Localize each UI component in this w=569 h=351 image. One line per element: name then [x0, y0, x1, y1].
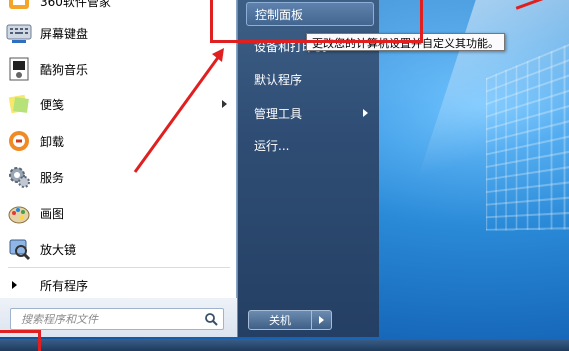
menu-item-label: 管理工具 — [254, 105, 302, 122]
taskbar[interactable] — [0, 339, 569, 351]
software-manager-icon — [6, 0, 32, 14]
music-player-icon — [6, 56, 32, 82]
services-gear-icon — [6, 164, 32, 190]
program-item-kugou-music[interactable]: 酷狗音乐 — [0, 52, 237, 86]
all-programs-button[interactable]: 所有程序 — [0, 272, 237, 298]
program-label: 便笺 — [40, 96, 64, 113]
program-item-magnifier[interactable]: 放大镜 — [0, 232, 237, 266]
program-item-services[interactable]: 服务 — [0, 160, 237, 194]
annotation-start-button-box — [0, 330, 41, 351]
menu-item-admin-tools[interactable]: 管理工具 — [246, 101, 374, 125]
program-label: 屏幕键盘 — [40, 25, 88, 42]
magnifier-icon — [6, 236, 32, 262]
search-input[interactable]: 搜索程序和文件 — [10, 308, 224, 330]
chevron-right-icon — [319, 316, 324, 324]
expand-arrow-icon — [12, 281, 17, 289]
submenu-arrow-icon — [363, 109, 368, 117]
paint-icon — [6, 200, 32, 226]
menu-divider — [8, 267, 230, 268]
shutdown-button[interactable]: 关机 — [248, 310, 312, 330]
shutdown-options-button[interactable] — [312, 310, 332, 330]
submenu-arrow-icon — [222, 100, 227, 108]
menu-item-default-programs[interactable]: 默认程序 — [246, 67, 374, 91]
program-item-uninstall[interactable]: 卸载 — [0, 124, 237, 158]
program-label: 画图 — [40, 205, 64, 222]
menu-item-label: 运行... — [254, 137, 289, 154]
program-label: 360软件管家 — [40, 0, 111, 10]
program-label: 卸载 — [40, 133, 64, 150]
search-placeholder: 搜索程序和文件 — [21, 311, 98, 327]
menu-item-run[interactable]: 运行... — [246, 133, 374, 157]
keyboard-icon — [6, 20, 32, 46]
program-item-onscreen-keyboard[interactable]: 屏幕键盘 — [0, 16, 237, 50]
search-icon[interactable] — [204, 312, 218, 326]
program-label: 放大镜 — [40, 241, 76, 258]
all-programs-label: 所有程序 — [40, 277, 88, 294]
menu-item-label: 默认程序 — [254, 71, 302, 88]
start-menu-left-pane: 360软件管家 屏幕键盘 酷狗音乐 便笺 卸载 服务 画图 放大镜 所有程序 搜… — [0, 0, 237, 337]
uninstall-icon — [6, 128, 32, 154]
sticky-notes-icon — [6, 91, 32, 117]
program-label: 酷狗音乐 — [40, 61, 88, 78]
annotation-highlight-box — [210, 0, 423, 43]
program-label: 服务 — [40, 169, 64, 186]
program-item-sticky-notes[interactable]: 便笺 — [0, 87, 237, 121]
program-item-paint[interactable]: 画图 — [0, 196, 237, 230]
